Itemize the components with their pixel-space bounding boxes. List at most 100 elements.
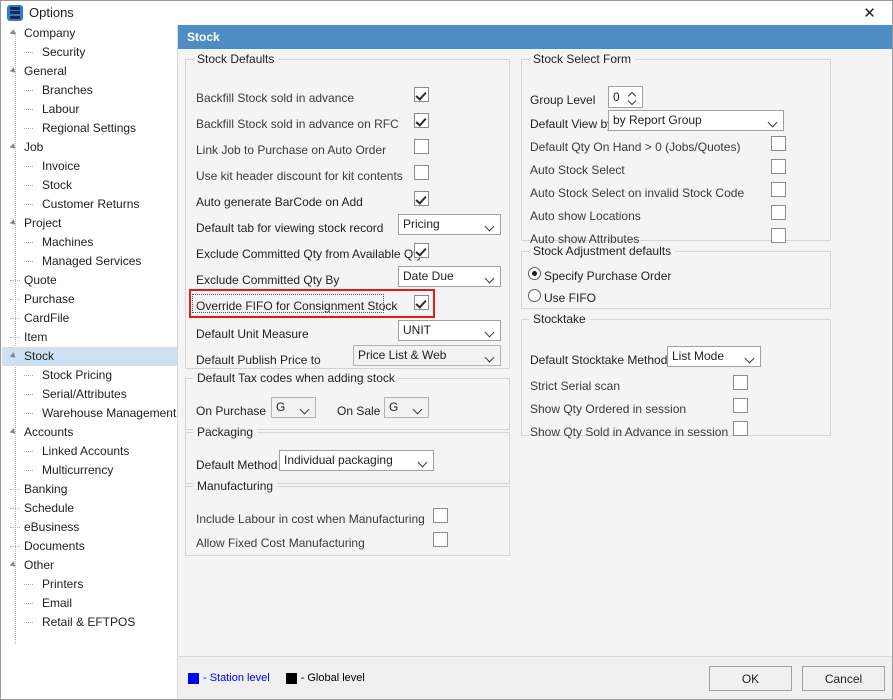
sidebar-item-multicurrency[interactable]: Multicurrency	[2, 461, 177, 480]
sidebar-item-labour[interactable]: Labour	[2, 100, 177, 119]
ok-button[interactable]: OK	[709, 666, 792, 691]
sidebar-item-item[interactable]: Item	[2, 328, 177, 347]
default-stocktake-method-combo[interactable]: List Mode	[667, 346, 761, 367]
sidebar-item-label: Serial/Attributes	[42, 387, 127, 401]
sidebar-item-job[interactable]: Job	[2, 138, 177, 157]
auto-show-locations-checkbox[interactable]	[771, 205, 786, 220]
default-unit-measure-combo[interactable]: UNIT	[398, 320, 501, 341]
sidebar-item-printers[interactable]: Printers	[2, 575, 177, 594]
sidebar-item-security[interactable]: Security	[2, 43, 177, 62]
sidebar-item-label: Linked Accounts	[42, 444, 129, 458]
override-fifo-checkbox[interactable]	[414, 295, 429, 310]
tree-connector	[10, 508, 20, 509]
navigation-tree[interactable]: CompanySecurityGeneralBranchesLabourRegi…	[2, 24, 178, 700]
default-qty-on-hand-checkbox[interactable]	[771, 136, 786, 151]
sidebar-item-stock-pricing[interactable]: Stock Pricing	[2, 366, 177, 385]
sidebar-item-linked-accounts[interactable]: Linked Accounts	[2, 442, 177, 461]
expand-arrow-icon[interactable]	[10, 428, 18, 436]
default-view-by-value: by Report Group	[613, 113, 702, 127]
sidebar-item-customer-returns[interactable]: Customer Returns	[2, 195, 177, 214]
default-tab-combo[interactable]: Pricing	[398, 214, 501, 235]
expand-arrow-icon[interactable]	[10, 352, 18, 360]
auto-barcode-label: Auto generate BarCode on Add	[196, 195, 363, 209]
expand-arrow-icon[interactable]	[10, 29, 18, 37]
link-job-checkbox[interactable]	[414, 139, 429, 154]
fixed-cost-checkbox[interactable]	[433, 532, 448, 547]
stock-select-form-legend: Stock Select Form	[529, 52, 635, 66]
auto-show-attributes-checkbox[interactable]	[771, 228, 786, 243]
auto-stock-select-invalid-checkbox[interactable]	[771, 182, 786, 197]
global-level-legend: - Global level	[286, 672, 365, 684]
specify-purchase-order-radio[interactable]	[528, 267, 541, 280]
stocktake-group: Stocktake Default Stocktake Method List …	[521, 319, 831, 436]
sidebar-item-label: Banking	[24, 482, 67, 496]
sidebar-item-stock[interactable]: Stock	[2, 176, 177, 195]
sidebar-item-machines[interactable]: Machines	[2, 233, 177, 252]
sidebar-item-email[interactable]: Email	[2, 594, 177, 613]
exclude-committed-checkbox[interactable]	[414, 243, 429, 258]
expand-arrow-icon[interactable]	[10, 561, 18, 569]
include-labour-checkbox[interactable]	[433, 508, 448, 523]
sidebar-item-documents[interactable]: Documents	[2, 537, 177, 556]
sidebar-item-invoice[interactable]: Invoice	[2, 157, 177, 176]
tree-connector	[24, 109, 33, 110]
sidebar-item-other[interactable]: Other	[2, 556, 177, 575]
backfill-advance-checkbox[interactable]	[414, 87, 429, 102]
default-view-by-combo[interactable]: by Report Group	[608, 110, 784, 131]
on-sale-combo[interactable]: G	[384, 397, 429, 418]
sidebar-item-branches[interactable]: Branches	[2, 81, 177, 100]
sidebar-item-ebusiness[interactable]: eBusiness	[2, 518, 177, 537]
sidebar-item-label: Schedule	[24, 501, 74, 515]
sidebar-item-label: Item	[24, 330, 47, 344]
default-method-combo[interactable]: Individual packaging	[279, 450, 434, 471]
tree-connector	[24, 204, 33, 205]
sidebar-item-retail-eftpos[interactable]: Retail & EFTPOS	[2, 613, 177, 632]
sidebar-item-stock[interactable]: Stock	[2, 347, 177, 366]
app-logo-icon	[7, 5, 23, 21]
sidebar-item-cardfile[interactable]: CardFile	[2, 309, 177, 328]
kit-header-discount-checkbox[interactable]	[414, 165, 429, 180]
sidebar-item-accounts[interactable]: Accounts	[2, 423, 177, 442]
sidebar-item-label: Printers	[42, 577, 83, 591]
default-stocktake-method-value: List Mode	[672, 349, 724, 363]
use-fifo-radio[interactable]	[528, 289, 541, 302]
default-publish-price-combo[interactable]: Price List & Web	[353, 345, 501, 366]
sidebar-item-label: Warehouse Management	[42, 406, 176, 420]
tree-connector	[24, 470, 33, 471]
strict-serial-scan-checkbox[interactable]	[733, 375, 748, 390]
on-purchase-combo[interactable]: G	[271, 397, 316, 418]
title-bar: Options ✕	[1, 1, 892, 24]
sidebar-item-quote[interactable]: Quote	[2, 271, 177, 290]
chevron-down-icon	[486, 275, 493, 282]
sidebar-item-serial-attributes[interactable]: Serial/Attributes	[2, 385, 177, 404]
show-qty-ordered-checkbox[interactable]	[733, 398, 748, 413]
expand-arrow-icon[interactable]	[10, 143, 18, 151]
chevron-down-icon[interactable]	[629, 99, 636, 104]
tax-codes-legend: Default Tax codes when adding stock	[193, 371, 399, 385]
sidebar-item-purchase[interactable]: Purchase	[2, 290, 177, 309]
close-icon[interactable]: ✕	[847, 1, 892, 24]
sidebar-item-schedule[interactable]: Schedule	[2, 499, 177, 518]
sidebar-item-general[interactable]: General	[2, 62, 177, 81]
group-level-stepper[interactable]: 0	[608, 86, 643, 108]
tree-connector	[24, 261, 33, 262]
stocktake-legend: Stocktake	[529, 312, 590, 326]
auto-stock-select-checkbox[interactable]	[771, 159, 786, 174]
default-stocktake-method-label: Default Stocktake Method	[530, 353, 667, 367]
chevron-up-icon[interactable]	[629, 91, 636, 96]
tree-connector	[10, 527, 20, 528]
show-qty-sold-checkbox[interactable]	[733, 421, 748, 436]
sidebar-item-managed-services[interactable]: Managed Services	[2, 252, 177, 271]
sidebar-item-regional-settings[interactable]: Regional Settings	[2, 119, 177, 138]
auto-barcode-checkbox[interactable]	[414, 191, 429, 206]
sidebar-item-company[interactable]: Company	[2, 24, 177, 43]
sidebar-item-warehouse-management[interactable]: Warehouse Management	[2, 404, 177, 423]
expand-arrow-icon[interactable]	[10, 219, 18, 227]
expand-arrow-icon[interactable]	[10, 67, 18, 75]
exclude-committed-by-combo[interactable]: Date Due	[398, 266, 501, 287]
sidebar-item-project[interactable]: Project	[2, 214, 177, 233]
sidebar-item-label: Job	[24, 140, 43, 154]
sidebar-item-banking[interactable]: Banking	[2, 480, 177, 499]
backfill-rfc-checkbox[interactable]	[414, 113, 429, 128]
cancel-button[interactable]: Cancel	[802, 666, 885, 691]
